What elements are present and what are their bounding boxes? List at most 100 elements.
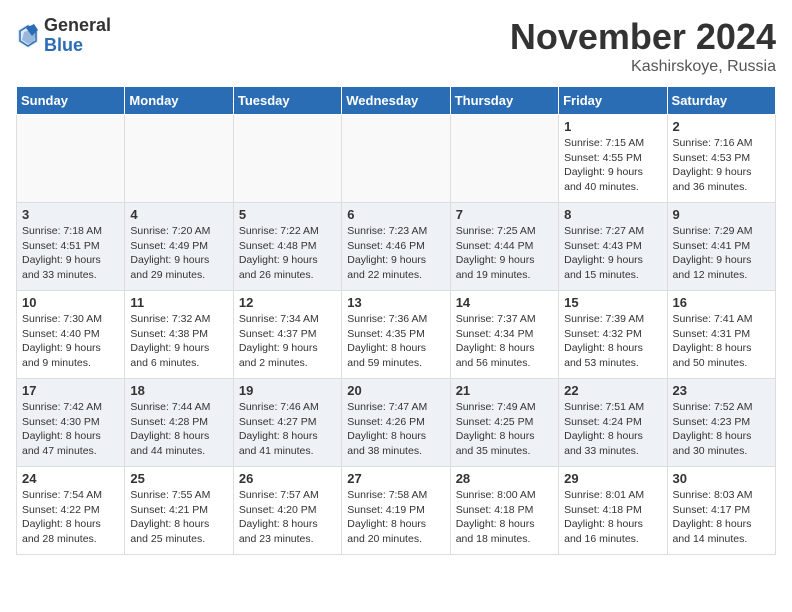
table-row: 8 Sunrise: 7:27 AM Sunset: 4:43 PM Daylig…: [559, 203, 667, 291]
table-row: 14 Sunrise: 7:37 AM Sunset: 4:34 PM Dayli…: [450, 291, 558, 379]
header-sunday: Sunday: [17, 87, 125, 115]
header-tuesday: Tuesday: [233, 87, 341, 115]
table-row: 25 Sunrise: 7:55 AM Sunset: 4:21 PM Dayli…: [125, 467, 233, 555]
table-row: 6Sunrise: 7:23 AM Sunset: 4:46 PM Daylig…: [342, 203, 450, 291]
day-info: Sunrise: 7:55 AM Sunset: 4:21 PM Dayligh…: [130, 488, 227, 547]
logo-text: General Blue: [44, 16, 111, 56]
table-row: 18Sunrise: 7:44 AM Sunset: 4:28 PM Dayli…: [125, 379, 233, 467]
table-row: [17, 115, 125, 203]
calendar-row-1: 3 Sunrise: 7:18 AM Sunset: 4:51 PM Daylig…: [17, 203, 776, 291]
day-number: 3: [22, 207, 119, 222]
calendar-row-0: 1 Sunrise: 7:15 AM Sunset: 4:55 PM Daylig…: [17, 115, 776, 203]
day-info: Sunrise: 7:29 AM Sunset: 4:41 PM Dayligh…: [673, 224, 770, 283]
day-info: Sunrise: 7:25 AM Sunset: 4:44 PM Dayligh…: [456, 224, 553, 283]
logo: General Blue: [16, 16, 111, 56]
header-saturday: Saturday: [667, 87, 775, 115]
table-row: 11Sunrise: 7:32 AM Sunset: 4:38 PM Dayli…: [125, 291, 233, 379]
day-number: 27: [347, 471, 444, 486]
logo-blue-text: Blue: [44, 36, 111, 56]
title-block: November 2024 Kashirskoye, Russia: [510, 16, 776, 76]
day-info: Sunrise: 7:47 AM Sunset: 4:26 PM Dayligh…: [347, 400, 444, 459]
table-row: 13 Sunrise: 7:36 AM Sunset: 4:35 PM Dayli…: [342, 291, 450, 379]
header-friday: Friday: [559, 87, 667, 115]
table-row: 30Sunrise: 8:03 AM Sunset: 4:17 PM Dayli…: [667, 467, 775, 555]
day-number: 5: [239, 207, 336, 222]
calendar-row-3: 17Sunrise: 7:42 AM Sunset: 4:30 PM Dayli…: [17, 379, 776, 467]
calendar-row-2: 10 Sunrise: 7:30 AM Sunset: 4:40 PM Dayli…: [17, 291, 776, 379]
day-info: Sunrise: 8:01 AM Sunset: 4:18 PM Dayligh…: [564, 488, 661, 547]
day-info: Sunrise: 7:54 AM Sunset: 4:22 PM Dayligh…: [22, 488, 119, 547]
day-info: Sunrise: 7:39 AM Sunset: 4:32 PM Dayligh…: [564, 312, 661, 371]
table-row: 24Sunrise: 7:54 AM Sunset: 4:22 PM Dayli…: [17, 467, 125, 555]
day-number: 18: [130, 383, 227, 398]
calendar-table: Sunday Monday Tuesday Wednesday Thursday…: [16, 86, 776, 555]
table-row: 27 Sunrise: 7:58 AM Sunset: 4:19 PM Dayli…: [342, 467, 450, 555]
table-row: 28 Sunrise: 8:00 AM Sunset: 4:18 PM Dayli…: [450, 467, 558, 555]
table-row: [342, 115, 450, 203]
day-number: 19: [239, 383, 336, 398]
day-info: Sunrise: 7:27 AM Sunset: 4:43 PM Dayligh…: [564, 224, 661, 283]
day-number: 9: [673, 207, 770, 222]
day-info: Sunrise: 7:15 AM Sunset: 4:55 PM Dayligh…: [564, 136, 661, 195]
day-info: Sunrise: 7:49 AM Sunset: 4:25 PM Dayligh…: [456, 400, 553, 459]
day-number: 29: [564, 471, 661, 486]
day-number: 15: [564, 295, 661, 310]
day-info: Sunrise: 7:22 AM Sunset: 4:48 PM Dayligh…: [239, 224, 336, 283]
table-row: 3 Sunrise: 7:18 AM Sunset: 4:51 PM Daylig…: [17, 203, 125, 291]
day-info: Sunrise: 7:34 AM Sunset: 4:37 PM Dayligh…: [239, 312, 336, 371]
day-info: Sunrise: 7:46 AM Sunset: 4:27 PM Dayligh…: [239, 400, 336, 459]
day-number: 2: [673, 119, 770, 134]
table-row: 5 Sunrise: 7:22 AM Sunset: 4:48 PM Daylig…: [233, 203, 341, 291]
header-monday: Monday: [125, 87, 233, 115]
table-row: 26Sunrise: 7:57 AM Sunset: 4:20 PM Dayli…: [233, 467, 341, 555]
table-row: [450, 115, 558, 203]
day-number: 20: [347, 383, 444, 398]
weekday-header-row: Sunday Monday Tuesday Wednesday Thursday…: [17, 87, 776, 115]
calendar-row-4: 24Sunrise: 7:54 AM Sunset: 4:22 PM Dayli…: [17, 467, 776, 555]
logo-icon: [16, 22, 40, 50]
day-number: 12: [239, 295, 336, 310]
day-number: 30: [673, 471, 770, 486]
table-row: 9 Sunrise: 7:29 AM Sunset: 4:41 PM Daylig…: [667, 203, 775, 291]
day-info: Sunrise: 7:30 AM Sunset: 4:40 PM Dayligh…: [22, 312, 119, 371]
table-row: 21 Sunrise: 7:49 AM Sunset: 4:25 PM Dayli…: [450, 379, 558, 467]
day-info: Sunrise: 7:58 AM Sunset: 4:19 PM Dayligh…: [347, 488, 444, 547]
table-row: 22 Sunrise: 7:51 AM Sunset: 4:24 PM Dayli…: [559, 379, 667, 467]
day-info: Sunrise: 7:37 AM Sunset: 4:34 PM Dayligh…: [456, 312, 553, 371]
table-row: 20 Sunrise: 7:47 AM Sunset: 4:26 PM Dayli…: [342, 379, 450, 467]
day-number: 6: [347, 207, 444, 222]
day-number: 23: [673, 383, 770, 398]
day-number: 25: [130, 471, 227, 486]
day-info: Sunrise: 7:20 AM Sunset: 4:49 PM Dayligh…: [130, 224, 227, 283]
day-info: Sunrise: 8:00 AM Sunset: 4:18 PM Dayligh…: [456, 488, 553, 547]
table-row: 12 Sunrise: 7:34 AM Sunset: 4:37 PM Dayli…: [233, 291, 341, 379]
table-row: 16Sunrise: 7:41 AM Sunset: 4:31 PM Dayli…: [667, 291, 775, 379]
day-info: Sunrise: 7:52 AM Sunset: 4:23 PM Dayligh…: [673, 400, 770, 459]
day-info: Sunrise: 7:36 AM Sunset: 4:35 PM Dayligh…: [347, 312, 444, 371]
table-row: 4Sunrise: 7:20 AM Sunset: 4:49 PM Daylig…: [125, 203, 233, 291]
day-number: 28: [456, 471, 553, 486]
table-row: [233, 115, 341, 203]
table-row: 15 Sunrise: 7:39 AM Sunset: 4:32 PM Dayli…: [559, 291, 667, 379]
day-number: 13: [347, 295, 444, 310]
table-row: 17Sunrise: 7:42 AM Sunset: 4:30 PM Dayli…: [17, 379, 125, 467]
table-row: 10 Sunrise: 7:30 AM Sunset: 4:40 PM Dayli…: [17, 291, 125, 379]
logo-general-text: General: [44, 16, 111, 36]
day-info: Sunrise: 7:18 AM Sunset: 4:51 PM Dayligh…: [22, 224, 119, 283]
table-row: 2Sunrise: 7:16 AM Sunset: 4:53 PM Daylig…: [667, 115, 775, 203]
table-row: 29 Sunrise: 8:01 AM Sunset: 4:18 PM Dayli…: [559, 467, 667, 555]
table-row: 23 Sunrise: 7:52 AM Sunset: 4:23 PM Dayli…: [667, 379, 775, 467]
day-number: 14: [456, 295, 553, 310]
table-row: 7Sunrise: 7:25 AM Sunset: 4:44 PM Daylig…: [450, 203, 558, 291]
day-info: Sunrise: 7:57 AM Sunset: 4:20 PM Dayligh…: [239, 488, 336, 547]
month-title: November 2024: [510, 16, 776, 58]
day-number: 10: [22, 295, 119, 310]
day-number: 1: [564, 119, 661, 134]
header-thursday: Thursday: [450, 87, 558, 115]
day-info: Sunrise: 7:51 AM Sunset: 4:24 PM Dayligh…: [564, 400, 661, 459]
day-number: 22: [564, 383, 661, 398]
day-number: 8: [564, 207, 661, 222]
day-number: 21: [456, 383, 553, 398]
day-number: 16: [673, 295, 770, 310]
header-wednesday: Wednesday: [342, 87, 450, 115]
